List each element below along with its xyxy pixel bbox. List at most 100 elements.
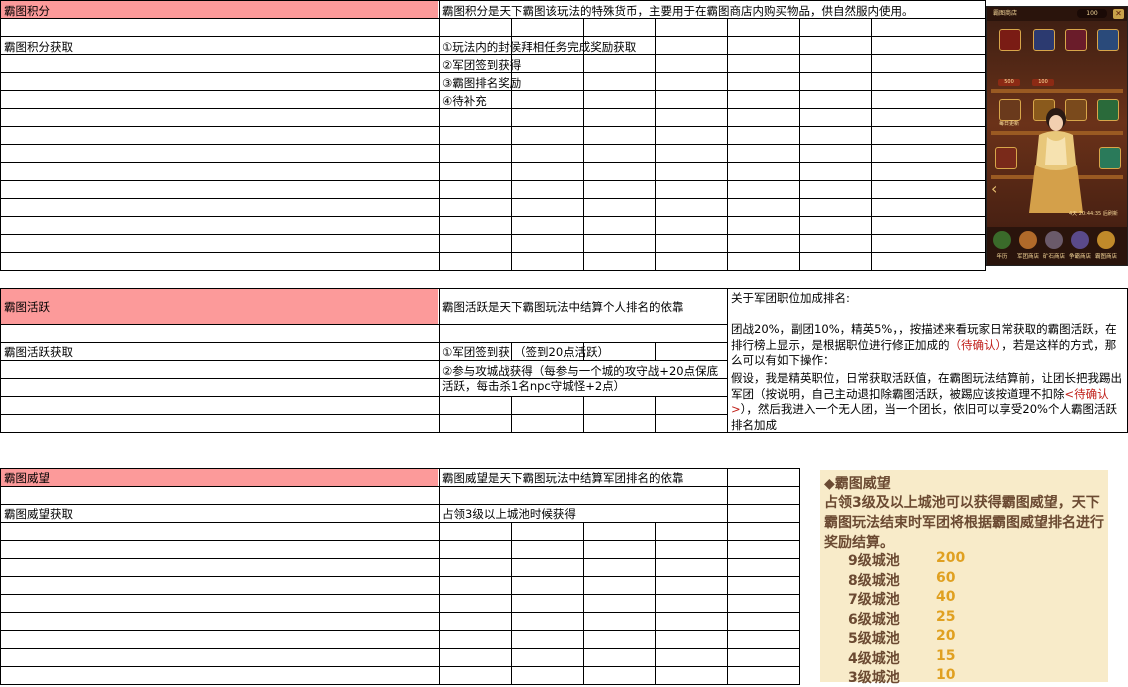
shop-tab-label: 争霸商店 [1068, 254, 1091, 260]
grid-line [0, 324, 727, 325]
shop-screenshot: 霸图商店 100 ✕ 500 100 ‹ 4天 20:44:35 后刷新 年历 … [986, 6, 1128, 266]
active-description[interactable]: 霸图活跃是天下霸图玩法中结算个人排名的依靠 [442, 300, 684, 314]
contest-shop-icon [1071, 231, 1089, 249]
shop-tab-label: 霸图商店 [1094, 254, 1117, 260]
section-header-fill [0, 0, 438, 18]
active-acquire-item[interactable]: （签到20点活跃） [514, 345, 609, 359]
active-acquire-item[interactable]: ②参与攻城战获得（每参与一个城的攻守战+20点保底活跃，每击杀1名npc守城怪+… [442, 364, 726, 394]
prestige-city-value: 15 [936, 647, 956, 664]
grid-line [0, 108, 986, 109]
prestige-title[interactable]: 霸图威望 [4, 471, 50, 485]
prestige-city-level: 8级城池 [848, 572, 900, 589]
grid-line [799, 468, 800, 684]
shop-item-icon [1033, 29, 1055, 51]
shop-item-icon [1099, 147, 1121, 169]
prestige-city-value: 60 [936, 569, 956, 586]
shop-tag-label: 每日更新 [999, 121, 1020, 127]
grid-line [511, 18, 512, 270]
shop-tab-label: 军团商店 [1016, 254, 1039, 260]
hero-character-image [1029, 108, 1083, 213]
grid-line [0, 666, 800, 667]
shop-refresh-countdown: 4天 20:44:35 后刷新 [1069, 211, 1118, 217]
calendar-icon [993, 231, 1011, 249]
grid-line [0, 54, 986, 55]
grid-line [0, 576, 800, 577]
grid-line [583, 522, 584, 684]
shop-item-icon [1097, 99, 1119, 121]
ore-shop-icon [1045, 231, 1063, 249]
points-description[interactable]: 霸图积分是天下霸图该玩法的特殊货币，主要用于在霸图商店内购买物品，供自然服内使用… [442, 4, 914, 18]
grid-line [727, 288, 728, 432]
shop-item-icon [999, 99, 1021, 121]
grid-line [727, 468, 728, 684]
prestige-city-level: 3级城池 [848, 670, 900, 686]
prestige-city-value: 20 [936, 628, 956, 644]
grid-line [0, 432, 727, 433]
grid-line [0, 396, 727, 397]
grid-line [0, 288, 727, 289]
grid-line [0, 288, 1, 432]
active-title[interactable]: 霸图活跃 [4, 300, 50, 314]
grid-line [0, 234, 986, 235]
section-header-fill [0, 288, 438, 324]
prestige-description[interactable]: 霸图威望是天下霸图玩法中结算军团排名的依靠 [442, 471, 684, 485]
grid-line [799, 18, 800, 270]
shop-item-icon [995, 147, 1017, 169]
prestige-city-level: 5级城池 [848, 631, 900, 647]
shop-price: 500 [998, 79, 1020, 86]
grid-line [0, 0, 1, 270]
points-acquire-item[interactable]: ②军团签到获得 [442, 58, 521, 72]
grid-line [583, 18, 584, 270]
grid-line [0, 198, 986, 199]
legion-shop-icon [1019, 231, 1037, 249]
points-acquire-item[interactable]: ③霸图排名奖励 [442, 76, 521, 90]
prestige-city-level: 6级城池 [848, 611, 900, 628]
prestige-city-value: 25 [936, 608, 956, 625]
grid-line [511, 522, 512, 684]
grid-line [0, 648, 800, 649]
grid-line [0, 72, 986, 73]
grid-line [0, 270, 986, 271]
grid-line [0, 594, 800, 595]
grid-line [0, 522, 800, 523]
shop-tab-label: 矿石商店 [1042, 254, 1065, 260]
shop-item-icon [1097, 29, 1119, 51]
grid-line [0, 468, 1, 684]
grid-line [871, 18, 872, 270]
grid-line [439, 288, 440, 432]
active-note-paragraph[interactable]: 假设，我是精英职位，日常获取活跃值，在霸图玩法结算前，让团长把我踢出军团（按说明… [731, 371, 1125, 433]
grid-line [0, 360, 727, 361]
points-acquire-label[interactable]: 霸图积分获取 [4, 40, 73, 54]
prestige-city-level: 9级城池 [848, 553, 900, 569]
grid-line [0, 486, 800, 487]
shop-item-icon [999, 29, 1021, 51]
grid-line [655, 522, 656, 684]
grid-line [0, 504, 800, 505]
grid-line [0, 342, 727, 343]
prestige-acquire-label[interactable]: 霸图威望获取 [4, 507, 73, 521]
active-note-text: 假设，我是精英职位，日常获取活跃值，在霸图玩法结算前，让团长把我踢出军团（按说明… [731, 371, 1122, 401]
grid-line [511, 342, 512, 360]
points-acquire-item[interactable]: ①玩法内的封侯拜相任务完成奖励获取 [442, 40, 636, 54]
grid-line [511, 396, 512, 432]
active-note-title[interactable]: 关于军团职位加成排名: [731, 291, 850, 305]
prestige-acquire-item[interactable]: 占领3级以上城池时候获得 [442, 507, 576, 521]
batu-shop-icon [1097, 231, 1115, 249]
prestige-panel-title: ◆霸图威望 [824, 476, 891, 492]
shop-topbar: 霸图商店 100 ✕ [987, 7, 1127, 21]
active-note-paragraph[interactable]: 团战20%，副团10%，精英5%，，按描述来看玩家日常获取的霸图活跃，在排行榜上… [731, 322, 1125, 369]
close-icon: ✕ [1113, 9, 1124, 19]
grid-line [655, 342, 656, 360]
points-title[interactable]: 霸图积分 [4, 4, 50, 18]
grid-line [655, 396, 656, 432]
shop-bottom-tabs: 年历 军团商店 矿石商店 争霸商店 霸图商店 [987, 227, 1127, 265]
active-acquire-label[interactable]: 霸图活跃获取 [4, 345, 73, 359]
active-acquire-item[interactable]: ①军团签到获 [442, 345, 510, 359]
prestige-city-level: 7级城池 [848, 592, 900, 608]
grid-line [0, 90, 986, 91]
grid-line [0, 468, 800, 469]
grid-line [655, 18, 656, 270]
prestige-info-panel: ◆霸图威望 占领3级及以上城池可以获得霸图威望，天下霸图玩法结束时军团将根据霸图… [820, 470, 1108, 686]
points-acquire-item[interactable]: ④待补充 [442, 94, 487, 108]
prestige-city-value: 40 [936, 589, 956, 605]
